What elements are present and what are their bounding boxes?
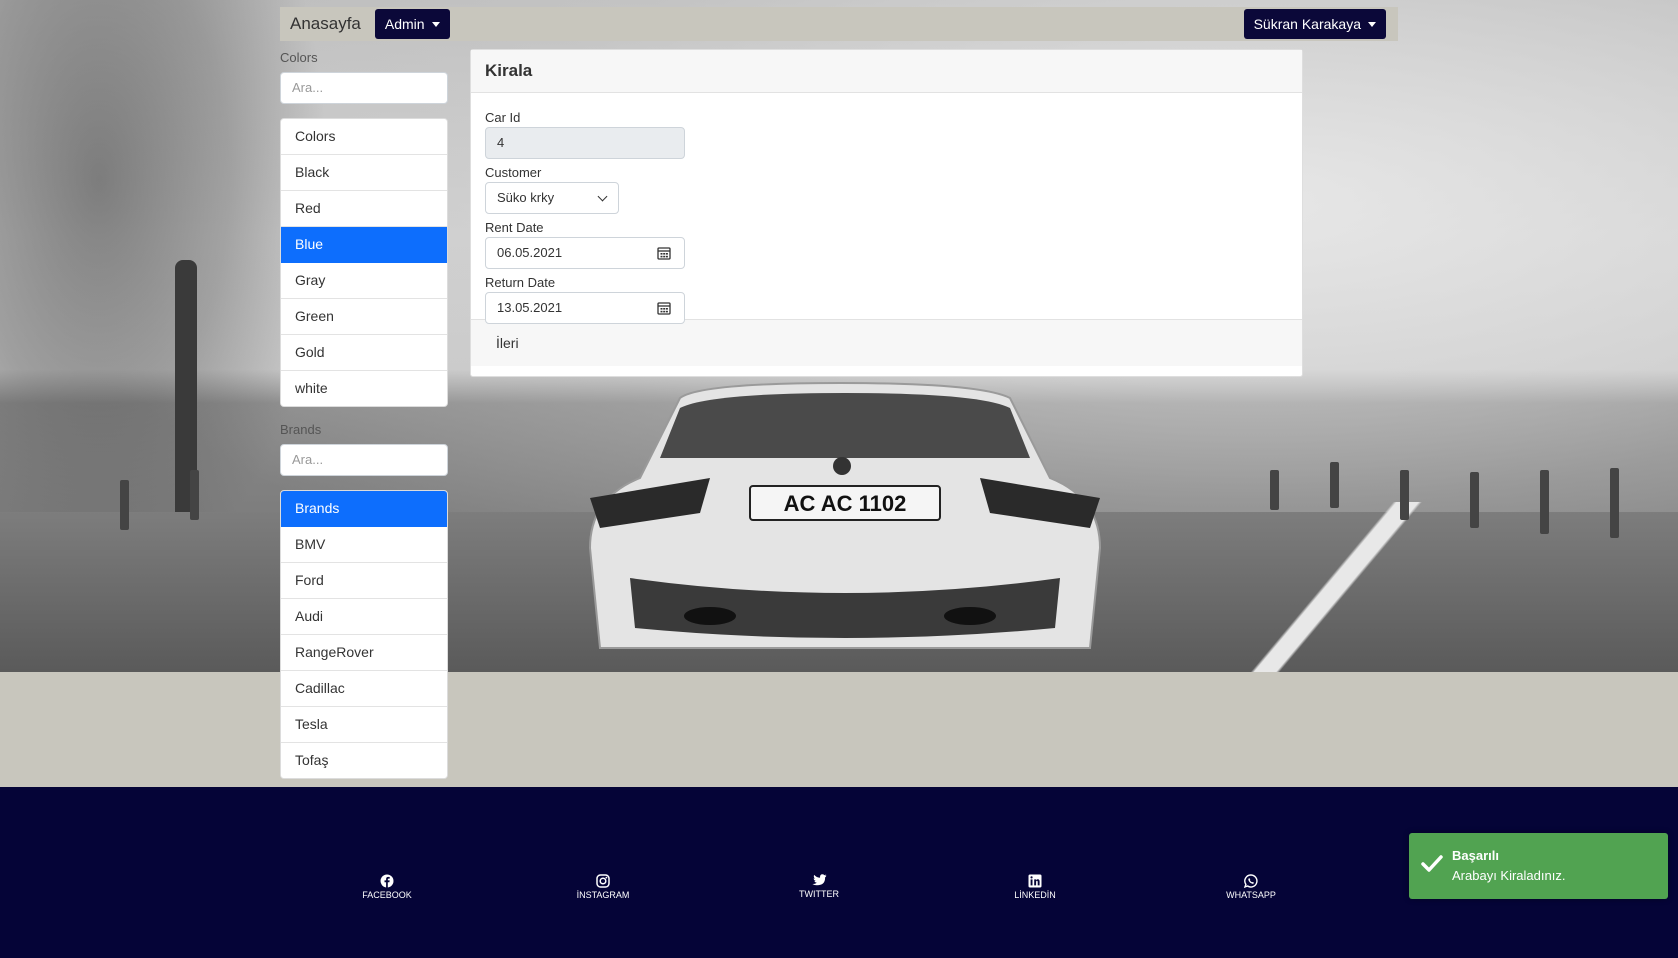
customer-label: Customer bbox=[485, 165, 542, 180]
fence-post bbox=[1270, 470, 1279, 510]
brand-list-item[interactable]: Tofaş bbox=[281, 743, 447, 778]
return-date-value: 13.05.2021 bbox=[497, 300, 563, 315]
instagram-link[interactable]: İNSTAGRAM bbox=[563, 874, 643, 900]
colors-search-input[interactable]: Ara... bbox=[280, 72, 448, 104]
brands-list: Brands BMV Ford Audi RangeRover Cadillac Tesla… bbox=[280, 490, 448, 779]
facebook-icon bbox=[380, 874, 394, 888]
toast-title: Başarılı bbox=[1452, 848, 1499, 863]
colors-heading: Colors bbox=[280, 50, 318, 65]
car-id-field: 4 bbox=[485, 127, 685, 159]
color-list-item[interactable]: Blue bbox=[281, 227, 447, 263]
license-plate-text: AC AC 1102 bbox=[784, 491, 907, 516]
brand-list-item[interactable]: RangeRover bbox=[281, 635, 447, 671]
brand-list-item[interactable]: Cadillac bbox=[281, 671, 447, 707]
calendar-icon[interactable] bbox=[657, 246, 671, 260]
top-navbar: Anasayfa Admin Sükran Karakaya bbox=[280, 7, 1398, 41]
instagram-icon bbox=[596, 874, 610, 888]
color-list-item[interactable]: Green bbox=[281, 299, 447, 335]
chevron-down-icon bbox=[597, 191, 608, 202]
twitter-link[interactable]: TWITTER bbox=[779, 874, 859, 899]
fence-post bbox=[1400, 470, 1409, 520]
brand-list-item[interactable]: Ford bbox=[281, 563, 447, 599]
caret-down-icon bbox=[1368, 21, 1376, 27]
color-list-item[interactable]: Gray bbox=[281, 263, 447, 299]
rent-card-title: Kirala bbox=[471, 50, 1302, 93]
color-list-item[interactable]: white bbox=[281, 371, 447, 406]
return-date-label: Return Date bbox=[485, 275, 556, 290]
whatsapp-icon bbox=[1244, 874, 1258, 888]
toast-message: Arabayı Kiraladınız. bbox=[1452, 868, 1566, 883]
rent-card: Kirala Car Id 4 Customer Süko krky Rent … bbox=[470, 49, 1303, 377]
facebook-link[interactable]: FACEBOOK bbox=[347, 874, 427, 900]
brands-search-input[interactable]: Ara... bbox=[280, 444, 448, 476]
rent-date-value: 06.05.2021 bbox=[497, 245, 563, 260]
fence-post bbox=[1610, 468, 1619, 538]
colors-list: Colors Black Red Blue Gray Green Gold white bbox=[280, 118, 448, 407]
caret-down-icon bbox=[431, 21, 440, 27]
fence-post bbox=[1330, 462, 1339, 508]
brand-list-item[interactable]: Audi bbox=[281, 599, 447, 635]
success-toast[interactable]: Başarılı Arabayı Kiraladınız. bbox=[1409, 833, 1668, 899]
twitter-label: TWITTER bbox=[799, 889, 839, 899]
car-id-label: Car Id bbox=[485, 110, 521, 125]
home-link[interactable]: Anasayfa bbox=[290, 14, 361, 34]
color-list-item[interactable]: Gold bbox=[281, 335, 447, 371]
fence-post bbox=[190, 470, 199, 520]
admin-dropdown-button[interactable]: Admin bbox=[374, 9, 450, 39]
rent-form: Car Id 4 Customer Süko krky Rent Date 06… bbox=[471, 93, 1302, 324]
customer-select[interactable]: Süko krky bbox=[485, 182, 619, 214]
brand-list-item[interactable]: BMV bbox=[281, 527, 447, 563]
brands-heading: Brands bbox=[280, 422, 322, 437]
color-list-item[interactable]: Red bbox=[281, 191, 447, 227]
next-button[interactable]: İleri bbox=[471, 319, 1302, 366]
linkedin-link[interactable]: LİNKEDİN bbox=[995, 874, 1075, 900]
return-date-field[interactable]: 13.05.2021 bbox=[485, 292, 685, 324]
fence-post bbox=[1470, 472, 1479, 528]
instagram-label: İNSTAGRAM bbox=[576, 890, 630, 900]
color-list-item[interactable]: Black bbox=[281, 155, 447, 191]
road-line bbox=[1230, 502, 1450, 672]
admin-dropdown-label: Admin bbox=[384, 16, 425, 32]
linkedin-icon bbox=[1028, 874, 1042, 888]
user-dropdown-button[interactable]: Sükran Karakaya bbox=[1243, 9, 1386, 39]
twitter-icon bbox=[811, 874, 826, 886]
customer-select-value: Süko krky bbox=[497, 190, 555, 205]
whatsapp-link[interactable]: WHATSAPP bbox=[1211, 874, 1291, 900]
fence-post bbox=[1540, 470, 1549, 534]
filter-sidebar: Colors Ara... Colors Black Red Blue Gray Gree… bbox=[280, 48, 448, 779]
checkmark-icon bbox=[1421, 855, 1443, 872]
brand-list-item[interactable]: Tesla bbox=[281, 707, 447, 743]
fence-post bbox=[120, 480, 129, 530]
calendar-icon[interactable] bbox=[657, 301, 671, 315]
linkedin-label: LİNKEDİN bbox=[1014, 890, 1056, 900]
rent-date-label: Rent Date bbox=[485, 220, 544, 235]
user-dropdown-label: Sükran Karakaya bbox=[1253, 16, 1361, 32]
rent-date-field[interactable]: 06.05.2021 bbox=[485, 237, 685, 269]
whatsapp-label: WHATSAPP bbox=[1226, 890, 1276, 900]
facebook-label: FACEBOOK bbox=[362, 890, 412, 900]
brand-list-item[interactable]: Brands bbox=[281, 491, 447, 527]
color-list-item[interactable]: Colors bbox=[281, 119, 447, 155]
car-image: AC AC 1102 bbox=[588, 381, 1102, 649]
